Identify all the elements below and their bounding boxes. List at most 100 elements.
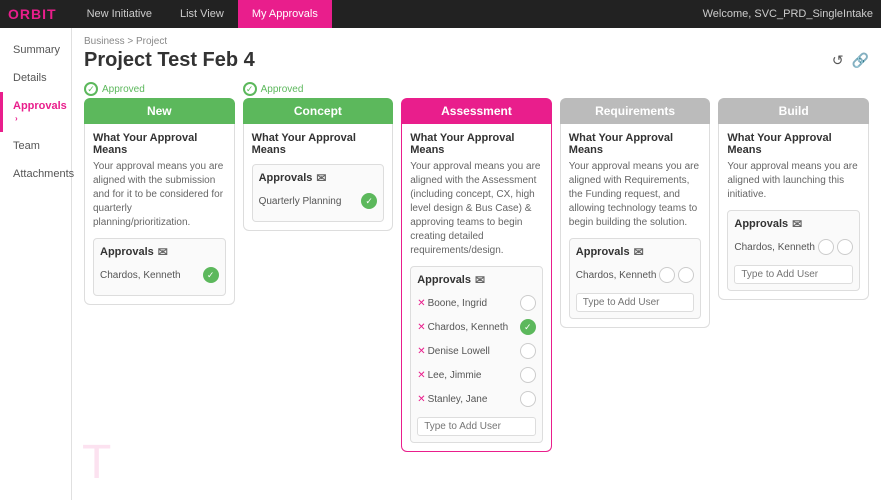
- stage-requirements-card: What Your Approval Means Your approval m…: [560, 124, 711, 328]
- check-icon: ✓: [84, 82, 98, 96]
- remove-icon[interactable]: ✕: [417, 370, 425, 381]
- stage-concept-approved-badge: ✓ Approved: [243, 82, 394, 96]
- check-icon: ✓: [243, 82, 257, 96]
- page-title: Project Test Feb 4: [84, 49, 255, 72]
- stage-assessment-approvals-label: Approvals ✉: [417, 273, 536, 287]
- approver-status: ✓: [203, 267, 219, 283]
- stage-new-card: What Your Approval Means Your approval m…: [84, 124, 235, 305]
- approved-status-icon: ✓: [361, 193, 377, 209]
- stage-new-approved-badge: ✓ Approved: [84, 82, 235, 96]
- sidebar-item-approvals[interactable]: Approvals ›: [0, 92, 71, 132]
- breadcrumb: Business > Project: [84, 36, 869, 47]
- stage-build-approval-title: What Your Approval Means: [727, 132, 860, 156]
- table-row: Chardos, Kenneth ✓: [100, 265, 219, 285]
- table-row: ✕ Chardos, Kenneth ✓: [417, 317, 536, 337]
- stage-concept-approval-title: What Your Approval Means: [252, 132, 385, 156]
- approver-name: Denise Lowell: [428, 346, 520, 357]
- approver-name: Chardos, Kenneth: [428, 322, 520, 333]
- stage-assessment-card: What Your Approval Means Your approval m…: [401, 124, 552, 452]
- approver-status: [520, 367, 536, 383]
- stage-new-approval-title: What Your Approval Means: [93, 132, 226, 156]
- sidebar: Summary Details Approvals › Team Attachm…: [0, 28, 72, 500]
- approver-name: Boone, Ingrid: [428, 298, 520, 309]
- content-area: Business > Project Project Test Feb 4 ↺ …: [72, 28, 881, 500]
- stage-build-card: What Your Approval Means Your approval m…: [718, 124, 869, 300]
- mail-icon: ✉: [634, 245, 644, 259]
- approver-name: Stanley, Jane: [428, 394, 520, 405]
- empty-status-icon: [520, 295, 536, 311]
- approver-name: Quarterly Planning: [259, 196, 362, 207]
- add-user-input-assessment[interactable]: [417, 417, 536, 436]
- remove-icon[interactable]: ✕: [417, 394, 425, 405]
- stage-new-status-label: Approved: [102, 84, 145, 95]
- new-initiative-btn[interactable]: New Initiative: [73, 0, 166, 28]
- remove-icon[interactable]: ✕: [417, 346, 425, 357]
- table-row: ✕ Denise Lowell: [417, 341, 536, 361]
- my-approvals-btn[interactable]: My Approvals: [238, 0, 332, 28]
- title-actions: ↺ 🔗: [832, 52, 869, 69]
- sidebar-item-team[interactable]: Team: [0, 132, 71, 160]
- approver-status: ✓: [361, 193, 377, 209]
- mail-icon: ✉: [158, 245, 168, 259]
- empty-status-icon: [678, 267, 694, 283]
- empty-status-icon: [520, 391, 536, 407]
- empty-status-icon: [520, 343, 536, 359]
- stage-requirements-approval-title: What Your Approval Means: [569, 132, 702, 156]
- chevron-right-icon: ›: [15, 114, 18, 123]
- table-row: ✕ Stanley, Jane: [417, 389, 536, 409]
- kanban-board: ✓ Approved New What Your Approval Means …: [84, 82, 869, 452]
- stage-concept-approvals-section: Approvals ✉ Quarterly Planning ✓: [252, 164, 385, 222]
- remove-icon[interactable]: ✕: [417, 298, 425, 309]
- table-row: Quarterly Planning ✓: [259, 191, 378, 211]
- stage-concept: ✓ Approved Concept What Your Approval Me…: [243, 82, 394, 452]
- empty-status-icon: [837, 239, 853, 255]
- stage-new-approval-desc: Your approval means you are aligned with…: [93, 160, 226, 230]
- stage-requirements-approval-desc: Your approval means you are aligned with…: [569, 160, 702, 230]
- stage-concept-header: Concept: [243, 98, 394, 124]
- stage-requirements: ✓ Requirements What Your Approval Means …: [560, 82, 711, 452]
- empty-status-icon: [818, 239, 834, 255]
- stage-build-header: Build: [718, 98, 869, 124]
- add-user-input-requirements[interactable]: [576, 293, 695, 312]
- page-title-row: Project Test Feb 4 ↺ 🔗: [84, 49, 869, 72]
- top-nav: ORBIT New Initiative List View My Approv…: [0, 0, 881, 28]
- approver-name: Lee, Jimmie: [428, 370, 520, 381]
- mail-icon: ✉: [792, 217, 802, 231]
- stage-assessment-approval-title: What Your Approval Means: [410, 132, 543, 156]
- approver-status: [659, 267, 694, 283]
- sidebar-item-details[interactable]: Details: [0, 64, 71, 92]
- table-row: ✕ Lee, Jimmie: [417, 365, 536, 385]
- approver-name: Chardos, Kenneth: [100, 270, 203, 281]
- approver-status: ✓: [520, 319, 536, 335]
- stage-new-approvals-section: Approvals ✉ Chardos, Kenneth ✓: [93, 238, 226, 296]
- stage-assessment: ✓ Assessment What Your Approval Means Yo…: [401, 82, 552, 452]
- empty-status-icon: [520, 367, 536, 383]
- table-row: ✕ Boone, Ingrid: [417, 293, 536, 313]
- list-view-btn[interactable]: List View: [166, 0, 238, 28]
- stage-new-header: New: [84, 98, 235, 124]
- mail-icon: ✉: [475, 273, 485, 287]
- approver-status: [520, 391, 536, 407]
- sidebar-item-summary[interactable]: Summary: [0, 36, 71, 64]
- approved-status-icon: ✓: [203, 267, 219, 283]
- stage-build: ✓ Build What Your Approval Means Your ap…: [718, 82, 869, 452]
- approver-status: [520, 295, 536, 311]
- empty-status-icon: [659, 267, 675, 283]
- stage-build-approval-desc: Your approval means you are aligned with…: [727, 160, 860, 202]
- sidebar-item-attachments[interactable]: Attachments: [0, 160, 71, 188]
- main-wrap: Summary Details Approvals › Team Attachm…: [0, 28, 881, 500]
- share-button[interactable]: 🔗: [852, 52, 869, 69]
- stage-assessment-approval-desc: Your approval means you are aligned with…: [410, 160, 543, 258]
- add-user-input-build[interactable]: [734, 265, 853, 284]
- logo: ORBIT: [8, 6, 57, 22]
- stage-build-approvals-section: Approvals ✉ Chardos, Kenneth: [727, 210, 860, 291]
- stage-concept-card: What Your Approval Means Approvals ✉ Qua…: [243, 124, 394, 231]
- stage-new: ✓ Approved New What Your Approval Means …: [84, 82, 235, 452]
- stage-assessment-header: Assessment: [401, 98, 552, 124]
- remove-icon[interactable]: ✕: [417, 322, 425, 333]
- approved-status-icon: ✓: [520, 319, 536, 335]
- approver-status: [520, 343, 536, 359]
- refresh-button[interactable]: ↺: [832, 52, 844, 69]
- stage-requirements-approvals-section: Approvals ✉ Chardos, Kenneth: [569, 238, 702, 319]
- stage-concept-approvals-label: Approvals ✉: [259, 171, 378, 185]
